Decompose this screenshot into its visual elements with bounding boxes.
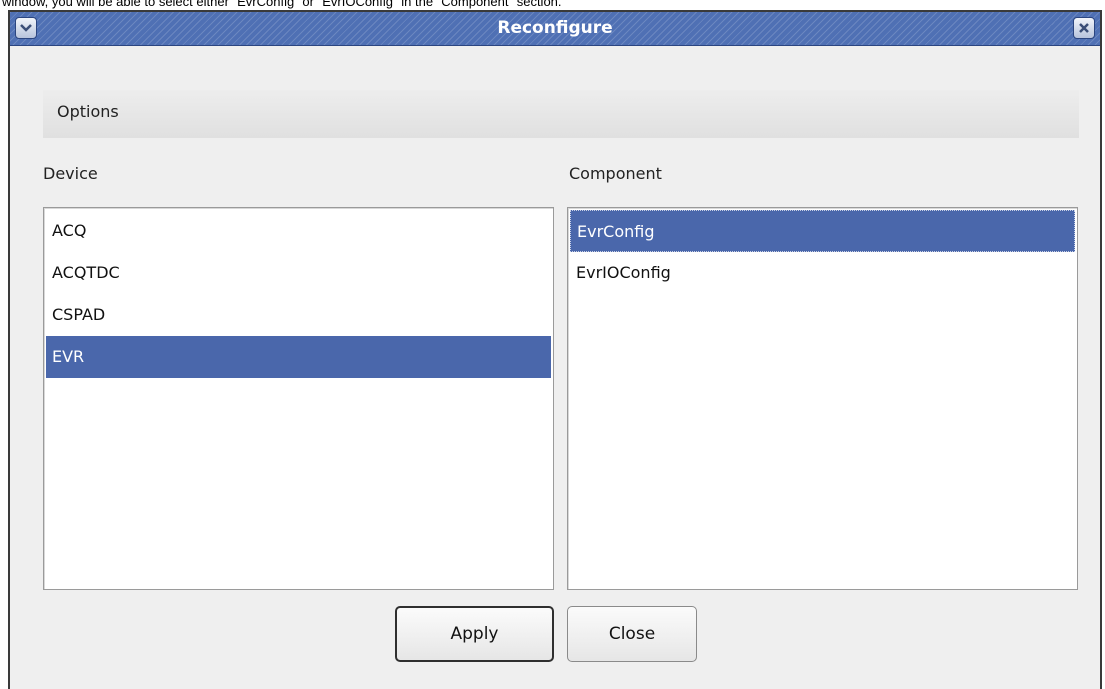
apply-button[interactable]: Apply xyxy=(395,606,554,662)
list-item-evr[interactable]: EVR xyxy=(46,336,551,378)
window-close-button[interactable] xyxy=(1073,17,1095,39)
list-item-evrioconfig[interactable]: EvrIOConfig xyxy=(570,252,1075,294)
options-header[interactable]: Options xyxy=(43,90,1079,138)
window-title: Reconfigure xyxy=(497,18,613,38)
list-item-cspad[interactable]: CSPAD xyxy=(46,294,551,336)
close-button[interactable]: Close xyxy=(567,606,697,662)
list-item-acqtdc[interactable]: ACQTDC xyxy=(46,252,551,294)
device-list[interactable]: ACQ ACQTDC CSPAD EVR xyxy=(43,207,554,590)
reconfigure-dialog: Reconfigure Options Device Component ACQ… xyxy=(8,10,1102,689)
list-item-acq[interactable]: ACQ xyxy=(46,210,551,252)
document-caption: window, you will be able to select eithe… xyxy=(2,0,562,9)
component-label: Component xyxy=(569,164,662,183)
options-label: Options xyxy=(57,102,119,121)
component-list[interactable]: EvrConfig EvrIOConfig xyxy=(567,207,1078,590)
title-bar[interactable]: Reconfigure xyxy=(10,12,1100,46)
device-label: Device xyxy=(43,164,98,183)
list-item-evrconfig[interactable]: EvrConfig xyxy=(570,210,1075,252)
close-icon xyxy=(1079,23,1089,33)
